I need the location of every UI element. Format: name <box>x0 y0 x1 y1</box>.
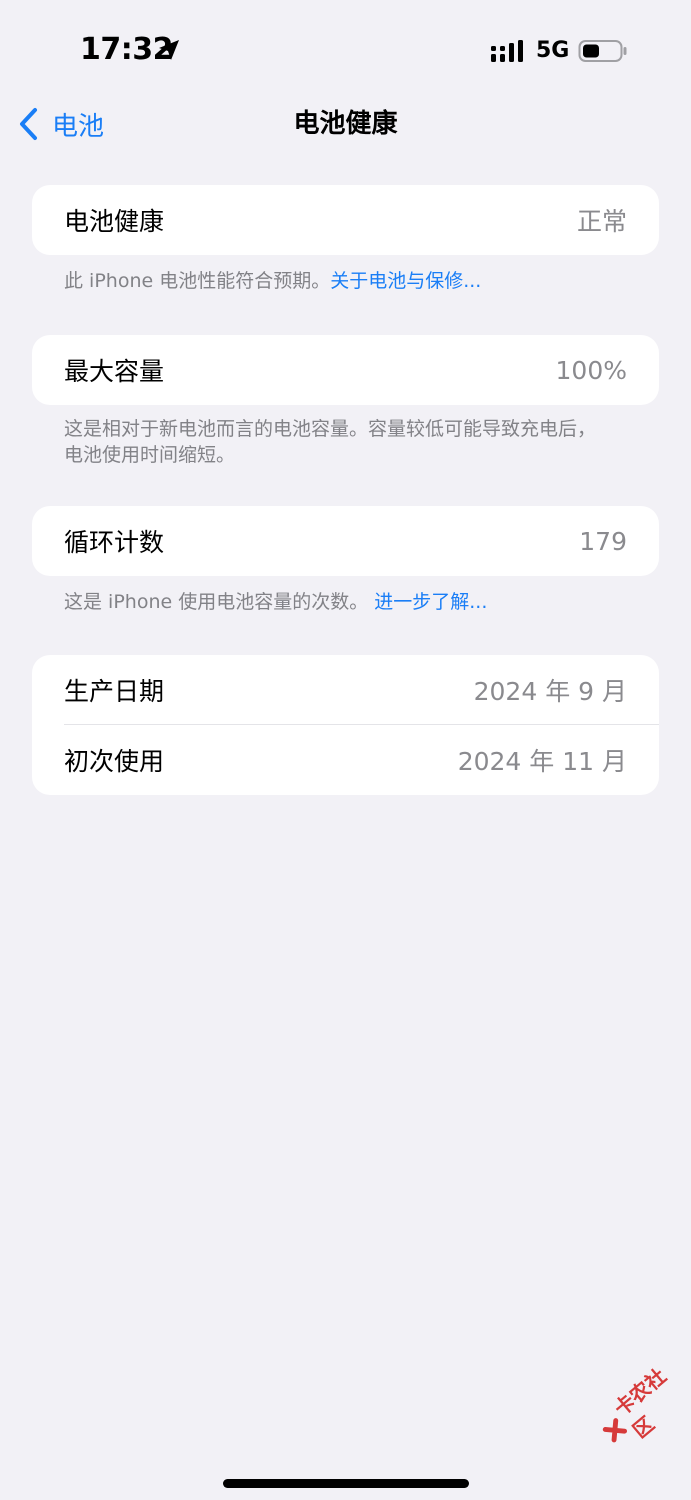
max-capacity-card: 最大容量 100% <box>32 335 659 405</box>
row-value: 2024 年 9 月 <box>473 677 627 706</box>
row-label: 生产日期 <box>64 677 165 706</box>
learn-more-link[interactable]: 进一步了解... <box>374 591 487 613</box>
max-capacity-row: 最大容量 100% <box>32 335 659 405</box>
battery-warranty-link[interactable]: 关于电池与保修... <box>330 270 481 292</box>
battery-icon <box>578 40 627 62</box>
cycle-count-row: 循环计数 179 <box>32 506 659 576</box>
row-value: 100% <box>555 355 627 385</box>
manufacture-date-row: 生产日期 2024 年 9 月 <box>32 655 659 725</box>
page-title: 电池健康 <box>293 109 398 139</box>
dates-card: 生产日期 2024 年 9 月 初次使用 2024 年 11 月 <box>32 655 659 795</box>
row-label: 最大容量 <box>64 357 165 386</box>
watermark: 卡农社区 <box>588 1349 691 1460</box>
battery-health-row: 电池健康 正常 <box>32 185 659 255</box>
cycle-footnote: 这是 iPhone 使用电池容量的次数。 进一步了解... <box>64 589 644 615</box>
row-value: 2024 年 11 月 <box>457 747 627 776</box>
row-value: 正常 <box>576 207 627 236</box>
network-type: 5G <box>536 38 570 63</box>
status-bar: 17:32 5G <box>0 0 691 100</box>
location-arrow-icon <box>159 40 179 60</box>
footnote-text: 这是 iPhone 使用电池容量的次数。 <box>64 591 369 613</box>
health-footnote: 此 iPhone 电池性能符合预期。关于电池与保修... <box>64 268 644 294</box>
footnote-line: 电池使用时间缩短。 <box>64 444 236 466</box>
home-indicator[interactable] <box>223 1479 469 1488</box>
row-label: 循环计数 <box>64 528 165 557</box>
cycle-count-card: 循环计数 179 <box>32 506 659 576</box>
capacity-footnote: 这是相对于新电池而言的电池容量。容量较低可能导致充电后， 电池使用时间缩短。 <box>64 416 644 468</box>
battery-health-card: 电池健康 正常 <box>32 185 659 255</box>
row-value: 179 <box>579 526 627 556</box>
footnote-line: 这是相对于新电池而言的电池容量。容量较低可能导致充电后， <box>64 418 597 440</box>
first-use-row: 初次使用 2024 年 11 月 <box>32 725 659 795</box>
row-label: 初次使用 <box>64 747 165 776</box>
footnote-text: 此 iPhone 电池性能符合预期。 <box>64 270 331 292</box>
row-label: 电池健康 <box>64 207 165 236</box>
signal-icon <box>491 40 523 62</box>
